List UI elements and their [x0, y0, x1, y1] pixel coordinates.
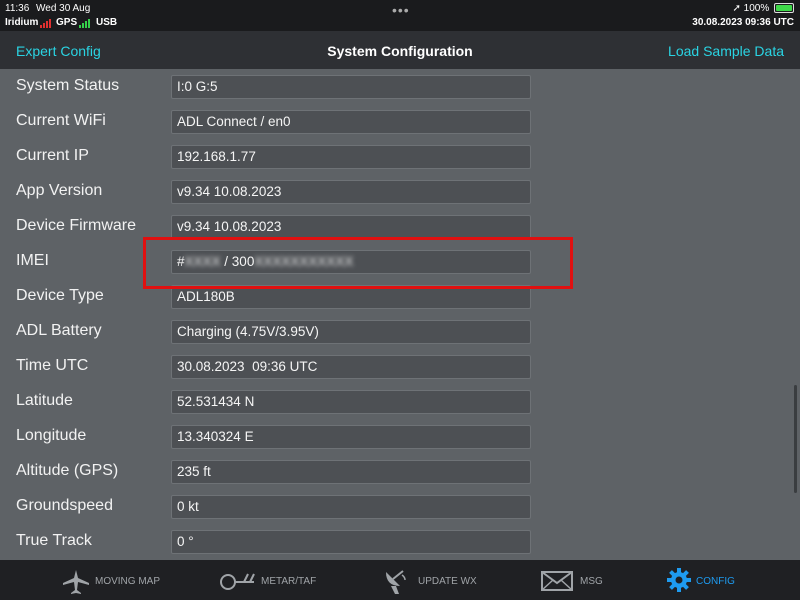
imei-prefix: # — [177, 254, 185, 269]
iridium-indicator: Iridium — [5, 17, 52, 28]
longitude-field[interactable]: 13.340324 E — [171, 425, 531, 449]
battery-status: ➚ 100% — [732, 3, 794, 14]
row-altitude-gps: Altitude (GPS) 235 ft — [0, 454, 800, 489]
row-label: Device Type — [16, 287, 104, 304]
row-label: Groundspeed — [16, 497, 113, 514]
status-datetime-utc: 30.08.2023 09:36 UTC — [692, 17, 794, 28]
row-label: True Track — [16, 532, 92, 549]
row-label: ADL Battery — [16, 322, 102, 339]
row-label: Time UTC — [16, 357, 89, 374]
row-label: App Version — [16, 182, 103, 199]
groundspeed-field[interactable]: 0 kt — [171, 495, 531, 519]
device-type-field[interactable]: ADL180B — [171, 285, 531, 309]
row-imei: IMEI #XXXX / 300XXXXXXXXXXX — [0, 244, 800, 279]
tab-label: UPDATE WX — [418, 576, 477, 587]
gps-label: GPS — [56, 17, 78, 28]
app-version-field[interactable]: v9.34 10.08.2023 — [171, 180, 531, 204]
imei-redacted-part: XXXXXXXXXXX — [254, 254, 354, 269]
row-label: Latitude — [16, 392, 73, 409]
tab-label: CONFIG — [696, 576, 735, 587]
row-longitude: Longitude 13.340324 E — [0, 419, 800, 454]
battery-percent: 100% — [743, 3, 770, 14]
row-system-status: System Status I:0 G:5 — [0, 69, 800, 104]
scrollbar[interactable] — [794, 385, 797, 493]
navigation-bar: Expert Config System Configuration Load … — [0, 31, 800, 69]
tab-label: MOVING MAP — [95, 576, 161, 587]
row-label: Altitude (GPS) — [16, 462, 119, 479]
usb-label: USB — [96, 17, 118, 28]
system-status-field[interactable]: I:0 G:5 — [171, 75, 531, 99]
row-current-wifi: Current WiFi ADL Connect / en0 — [0, 104, 800, 139]
current-wifi-field[interactable]: ADL Connect / en0 — [171, 110, 531, 134]
row-label: Device Firmware — [16, 217, 137, 234]
imei-middle: / 300 — [220, 254, 255, 269]
row-device-type: Device Type ADL180B — [0, 279, 800, 314]
status-bar: 11:36 Wed 30 Aug Iridium GPS USB ••• ➚ 1… — [0, 0, 800, 31]
gear-icon — [666, 567, 692, 596]
tab-moving-map[interactable]: MOVING MAP — [62, 560, 172, 600]
row-label: Longitude — [16, 427, 87, 444]
row-latitude: Latitude 52.531434 N — [0, 384, 800, 419]
current-ip-field[interactable]: 192.168.1.77 — [171, 145, 531, 169]
row-true-track: True Track 0 ° — [0, 524, 800, 559]
config-list[interactable]: System Status I:0 G:5 Current WiFi ADL C… — [0, 69, 800, 560]
row-label: System Status — [16, 77, 120, 94]
iridium-signal-icon — [40, 17, 52, 28]
true-track-field[interactable]: 0 ° — [171, 530, 531, 554]
tab-metar-taf[interactable]: METAR/TAF — [220, 560, 330, 600]
location-arrow-icon: ➚ — [732, 3, 741, 14]
row-current-ip: Current IP 192.168.1.77 — [0, 139, 800, 174]
tab-update-wx[interactable]: UPDATE WX — [383, 560, 493, 600]
row-label: Current IP — [16, 147, 89, 164]
row-app-version: App Version v9.34 10.08.2023 — [0, 174, 800, 209]
tab-msg[interactable]: MSG — [541, 560, 621, 600]
weather-station-icon — [220, 570, 256, 595]
tab-config[interactable]: CONFIG — [666, 560, 756, 600]
load-sample-data-button[interactable]: Load Sample Data — [668, 43, 784, 59]
time-utc-field[interactable]: 30.08.2023 09:36 UTC — [171, 355, 531, 379]
adl-battery-field[interactable]: Charging (4.75V/3.95V) — [171, 320, 531, 344]
satellite-dish-icon — [383, 568, 409, 599]
row-device-firmware: Device Firmware v9.34 10.08.2023 — [0, 209, 800, 244]
imei-redacted-part: XXXX — [184, 254, 221, 269]
envelope-icon — [541, 571, 573, 594]
latitude-field[interactable]: 52.531434 N — [171, 390, 531, 414]
airplane-icon — [62, 569, 90, 598]
gps-signal-icon — [79, 17, 91, 28]
gps-indicator: GPS — [56, 17, 91, 28]
row-label: Current WiFi — [16, 112, 106, 129]
row-adl-battery: ADL Battery Charging (4.75V/3.95V) — [0, 314, 800, 349]
status-date: Wed 30 Aug — [36, 3, 91, 14]
imei-field[interactable]: #XXXX / 300XXXXXXXXXXX — [171, 250, 531, 274]
row-time-utc: Time UTC 30.08.2023 09:36 UTC — [0, 349, 800, 384]
row-groundspeed: Groundspeed 0 kt — [0, 489, 800, 524]
tab-bar: MOVING MAP METAR/TAF UPDATE WX MSG CONFI… — [0, 560, 800, 600]
battery-icon — [774, 3, 794, 14]
status-time: 11:36 — [5, 3, 30, 14]
tab-label: MSG — [580, 576, 603, 587]
row-label: IMEI — [16, 252, 49, 269]
tab-label: METAR/TAF — [261, 576, 317, 587]
device-firmware-field[interactable]: v9.34 10.08.2023 — [171, 215, 531, 239]
iridium-label: Iridium — [5, 17, 39, 28]
multitasking-dots-icon[interactable]: ••• — [392, 2, 410, 18]
altitude-gps-field[interactable]: 235 ft — [171, 460, 531, 484]
